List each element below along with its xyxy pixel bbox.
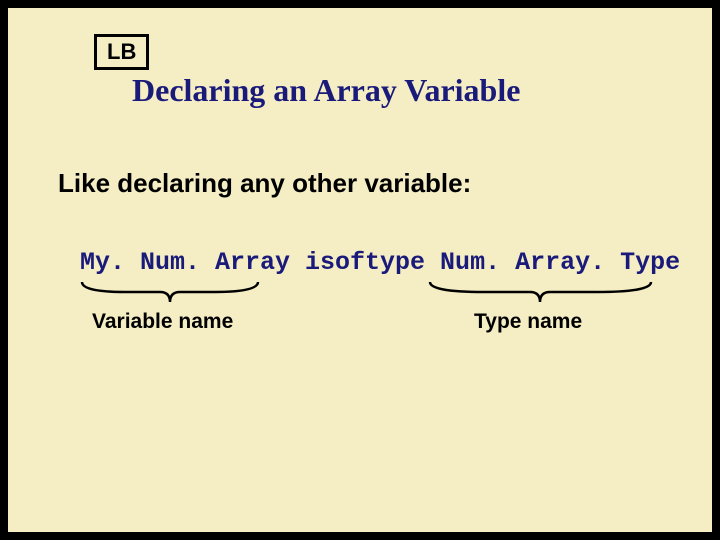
lb-badge: LB <box>94 34 149 70</box>
slide-subtitle: Like declaring any other variable: <box>58 168 471 199</box>
brace-right-icon <box>428 280 653 306</box>
annotation-variable-name: Variable name <box>92 310 233 334</box>
brace-left-icon <box>80 280 260 306</box>
slide-title: Declaring an Array Variable <box>132 72 520 109</box>
annotation-type-name: Type name <box>474 310 582 334</box>
code-declaration: My. Num. Array isoftype Num. Array. Type <box>80 248 680 277</box>
slide: LB Declaring an Array Variable Like decl… <box>8 8 712 532</box>
